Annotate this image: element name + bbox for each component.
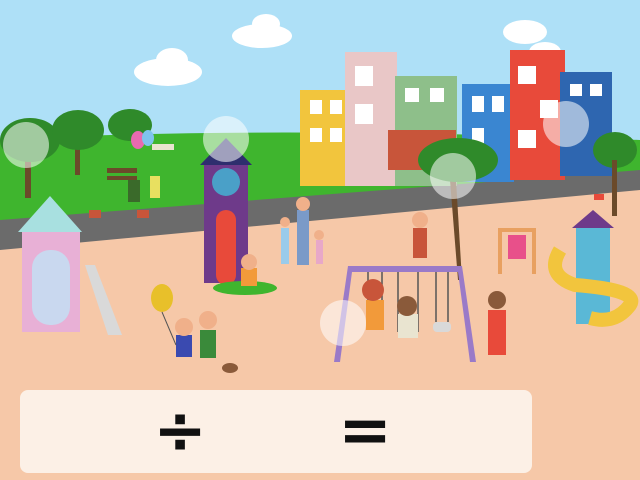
hint-circle-3[interactable]: [430, 153, 476, 199]
equals-sign: =: [338, 394, 392, 468]
equation-panel: ÷ =: [20, 390, 532, 473]
hint-circle-4[interactable]: [543, 101, 589, 147]
divide-sign: ÷: [153, 394, 207, 468]
hint-circle-5[interactable]: [320, 300, 366, 346]
hint-circle-1[interactable]: [3, 122, 49, 168]
game-scene: ÷ =: [0, 0, 640, 480]
hint-circle-2[interactable]: [203, 116, 249, 162]
